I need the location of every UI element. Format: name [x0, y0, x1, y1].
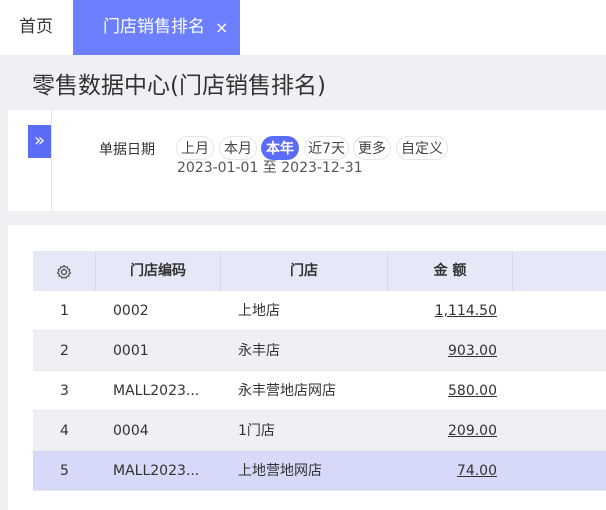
row-index: 5	[60, 463, 69, 479]
amount-link[interactable]: 209.00	[388, 411, 497, 451]
amount-link[interactable]: 74.00	[388, 451, 497, 491]
tab-store-sales-ranking[interactable]: 门店销售排名 ×	[73, 0, 240, 55]
table-row[interactable]: 2 0001 永丰店 903.00	[33, 331, 606, 371]
table-row[interactable]: 4 0004 1门店 209.00	[33, 411, 606, 451]
row-index: 3	[60, 383, 69, 399]
page-title: 零售数据中心(门店销售排名)	[32, 73, 326, 99]
table-header: 门店编码 门店 金 额	[33, 251, 606, 291]
amount-link[interactable]: 580.00	[388, 371, 497, 411]
store-code-cell: MALL2023...	[113, 383, 200, 399]
column-header-store-code[interactable]: 门店编码	[96, 251, 221, 291]
row-index: 1	[60, 303, 69, 319]
column-header-amount[interactable]: 金 额	[388, 251, 513, 291]
gear-icon[interactable]	[33, 251, 96, 291]
store-code-cell: 0001	[113, 343, 149, 359]
close-icon[interactable]: ×	[215, 0, 228, 55]
expand-sidebar-button[interactable]: »	[28, 125, 51, 158]
row-index: 4	[60, 423, 69, 439]
amount-link[interactable]: 1,114.50	[388, 291, 497, 331]
date-range-text: 2023-01-01 至 2023-12-31	[177, 160, 363, 176]
store-name-cell: 永丰营地店网店	[238, 383, 336, 399]
chip-custom[interactable]: 自定义	[396, 136, 448, 160]
store-code-cell: 0002	[113, 303, 149, 319]
tab-home[interactable]: 首页	[0, 0, 72, 55]
store-name-cell: 上地营地网店	[238, 463, 322, 479]
tab-label: 门店销售排名	[103, 17, 205, 37]
table-row-selected[interactable]: 5 MALL2023... 上地营地网店 74.00	[33, 451, 606, 491]
panel-divider	[51, 110, 52, 211]
table-row[interactable]: 1 0002 上地店 1,114.50	[33, 291, 606, 331]
amount-link[interactable]: 903.00	[388, 331, 497, 371]
tab-bar: 首页 门店销售排名 ×	[0, 0, 606, 55]
filter-label-date: 单据日期	[99, 142, 155, 158]
store-name-cell: 1门店	[238, 423, 275, 439]
store-code-cell: 0004	[113, 423, 149, 439]
store-code-cell: MALL2023...	[113, 463, 200, 479]
store-name-cell: 上地店	[238, 303, 280, 319]
column-header-store[interactable]: 门店	[221, 251, 388, 291]
table-row[interactable]: 3 MALL2023... 永丰营地店网店 580.00	[33, 371, 606, 411]
double-chevron-right-icon: »	[33, 130, 45, 151]
store-name-cell: 永丰店	[238, 343, 280, 359]
row-index: 2	[60, 343, 69, 359]
